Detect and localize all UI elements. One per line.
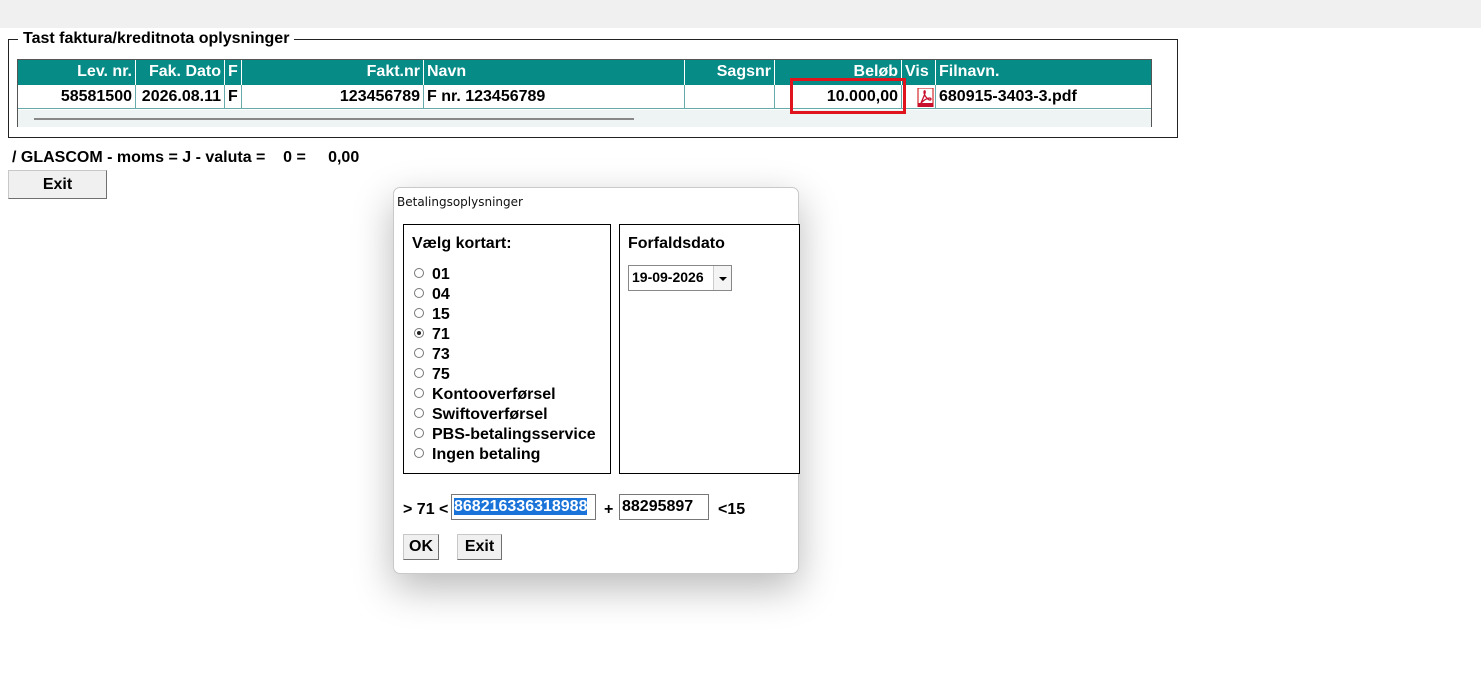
scrollbar-thumb[interactable]	[34, 118, 634, 120]
header-sagsnr[interactable]: Sagsnr	[685, 60, 775, 85]
radio-icon[interactable]	[414, 288, 424, 298]
due-date-dropdown[interactable]: 19-09-2026	[628, 265, 732, 291]
amount-highlight-box	[790, 78, 906, 114]
invoice-group: Tast faktura/kreditnota oplysninger Lev.…	[8, 30, 1178, 138]
card-type-panel: Vælg kortart: 01 04 15 71 73 75 Kontoove…	[403, 224, 611, 474]
radio-label: 15	[432, 306, 450, 323]
status-line: / GLASCOM - moms = J - valuta = 0 = 0,00	[12, 149, 360, 166]
radio-75[interactable]: 75	[414, 365, 596, 385]
pdf-icon[interactable]	[916, 88, 936, 107]
table-row[interactable]: 58581500 2026.08.11 F 123456789 F nr. 12…	[18, 85, 1151, 109]
top-bar	[0, 0, 1481, 28]
cell-fakt-nr: 123456789	[242, 85, 424, 108]
table-header: Lev. nr. Fak. Dato F Fakt.nr Navn Sagsnr…	[18, 60, 1151, 85]
cell-f: F	[225, 85, 242, 108]
due-date-title: Forfaldsdato	[628, 235, 725, 252]
radio-label: Ingen betaling	[432, 446, 541, 463]
card-type-radio-group: 01 04 15 71 73 75 Kontooverførsel Swifto…	[414, 265, 596, 465]
radio-icon[interactable]	[414, 388, 424, 398]
radio-icon[interactable]	[414, 308, 424, 318]
radio-label: Kontooverførsel	[432, 386, 556, 403]
radio-kontooverforsel[interactable]: Kontooverførsel	[414, 385, 596, 405]
radio-icon[interactable]	[414, 408, 424, 418]
cell-lev-nr: 58581500	[18, 85, 136, 108]
radio-71[interactable]: 71	[414, 325, 596, 345]
invoice-table: Lev. nr. Fak. Dato F Fakt.nr Navn Sagsnr…	[17, 59, 1152, 127]
radio-04[interactable]: 04	[414, 285, 596, 305]
header-lev-nr[interactable]: Lev. nr.	[18, 60, 136, 85]
radio-label: 04	[432, 286, 450, 303]
header-f[interactable]: F	[225, 60, 242, 85]
ok-button[interactable]: OK	[403, 534, 439, 560]
radio-label: Swiftoverførsel	[432, 406, 548, 423]
prefix-label: > 71 <	[403, 501, 449, 518]
radio-checked-icon[interactable]	[414, 328, 424, 338]
card-type-title: Vælg kortart:	[412, 235, 512, 252]
dialog-exit-button[interactable]: Exit	[457, 534, 502, 560]
cell-fak-dato: 2026.08.11	[136, 85, 225, 108]
radio-label: 71	[432, 326, 450, 343]
radio-73[interactable]: 73	[414, 345, 596, 365]
radio-15[interactable]: 15	[414, 305, 596, 325]
cell-sagsnr	[685, 85, 775, 108]
horizontal-scrollbar[interactable]	[18, 110, 1151, 127]
header-vis[interactable]: Vis	[902, 60, 936, 85]
radio-pbs-betalingsservice[interactable]: PBS-betalingsservice	[414, 425, 596, 445]
cell-filnavn: 680915-3403-3.pdf	[939, 88, 1077, 105]
radio-label: PBS-betalingsservice	[432, 426, 596, 443]
radio-icon[interactable]	[414, 448, 424, 458]
cell-navn: F nr. 123456789	[424, 85, 685, 108]
chevron-down-icon[interactable]	[713, 266, 731, 290]
header-fakt-nr[interactable]: Fakt.nr	[242, 60, 424, 85]
dialog-title: Betalingsoplysninger	[397, 195, 523, 209]
radio-icon[interactable]	[414, 368, 424, 378]
creditor-number-input[interactable]: 88295897	[619, 494, 709, 520]
plus-label: +	[604, 501, 614, 518]
payment-id-input[interactable]: 868216336318988	[451, 494, 596, 520]
radio-ingen-betaling[interactable]: Ingen betaling	[414, 445, 596, 465]
suffix-label: <15	[718, 501, 746, 518]
group-legend: Tast faktura/kreditnota oplysninger	[18, 30, 295, 48]
header-navn[interactable]: Navn	[424, 60, 685, 85]
payment-dialog: Betalingsoplysninger Vælg kortart: 01 04…	[393, 187, 800, 574]
due-date-value: 19-09-2026	[632, 269, 704, 285]
radio-icon[interactable]	[414, 428, 424, 438]
radio-icon[interactable]	[414, 268, 424, 278]
header-filnavn[interactable]: Filnavn.	[936, 60, 1153, 85]
exit-button[interactable]: Exit	[8, 170, 107, 199]
payment-id-selected-text: 868216336318988	[454, 498, 588, 515]
radio-swiftoverforsel[interactable]: Swiftoverførsel	[414, 405, 596, 425]
radio-01[interactable]: 01	[414, 265, 596, 285]
radio-label: 73	[432, 346, 450, 363]
header-fak-dato[interactable]: Fak. Dato	[136, 60, 225, 85]
radio-label: 01	[432, 266, 450, 283]
radio-icon[interactable]	[414, 348, 424, 358]
radio-label: 75	[432, 366, 450, 383]
due-date-panel: Forfaldsdato 19-09-2026	[619, 224, 800, 474]
